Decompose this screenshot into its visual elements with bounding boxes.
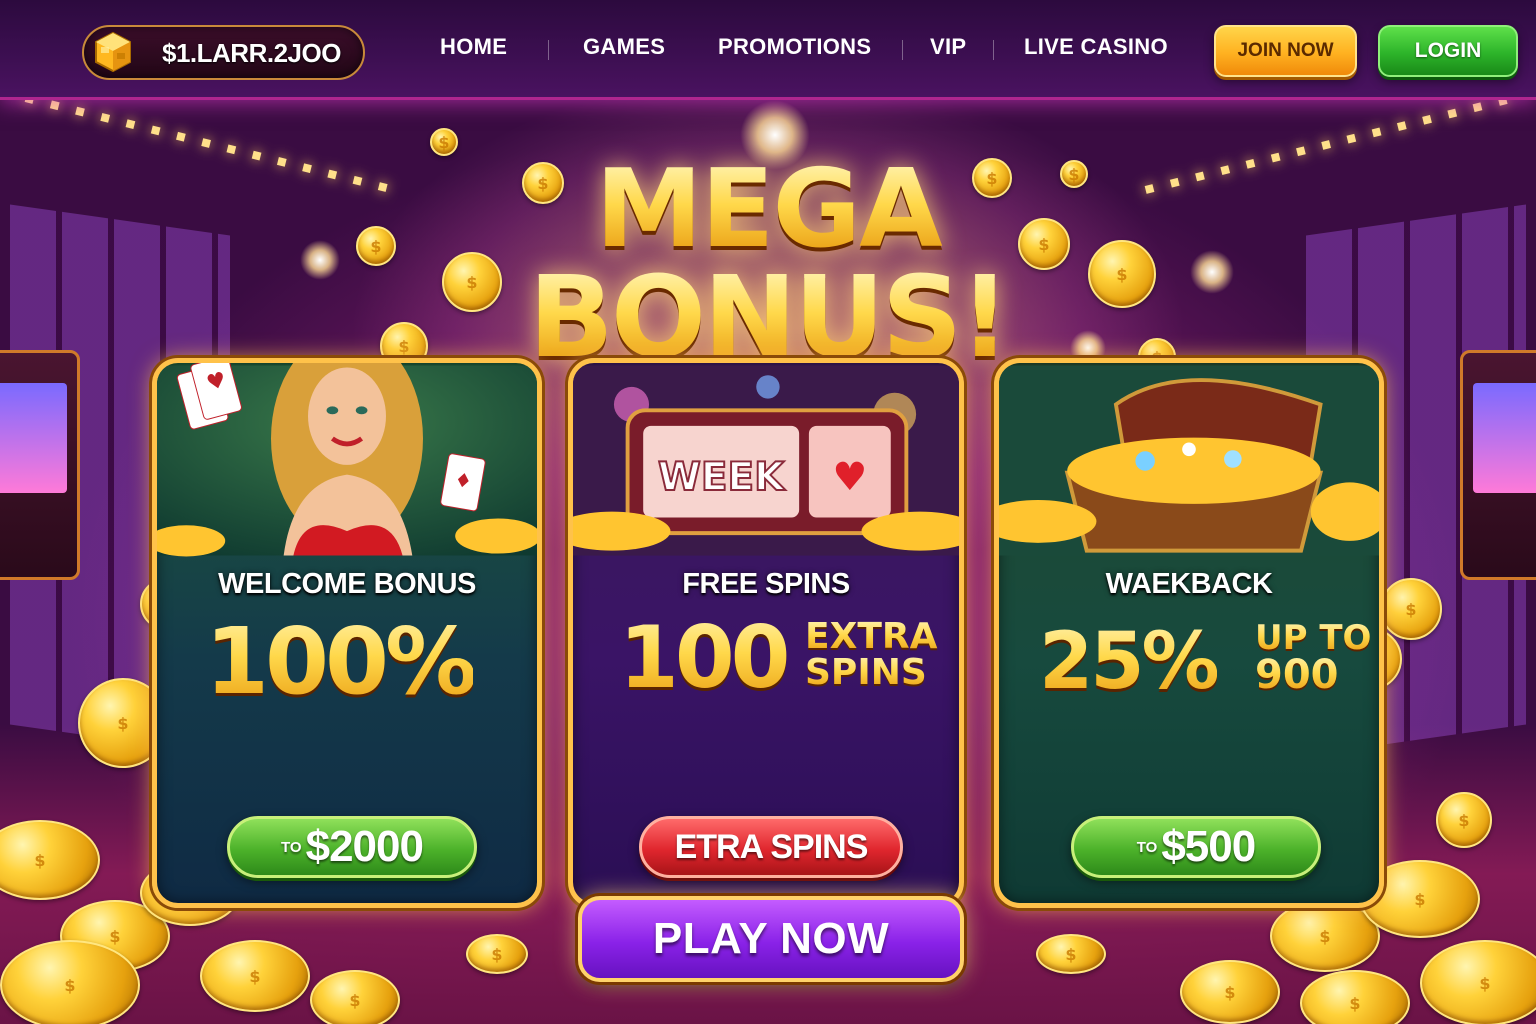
button-prefix: TO bbox=[1136, 838, 1158, 856]
coin-icon bbox=[1436, 792, 1492, 848]
top-navigation-bar: $1.LARR.2JOO HOME GAMES PROMOTIONS VIP L… bbox=[0, 0, 1536, 100]
coin-icon bbox=[466, 934, 528, 974]
login-button[interactable]: LOGIN bbox=[1378, 25, 1518, 77]
slot-machine-right bbox=[1460, 350, 1536, 580]
mega-bonus-headline: MEGA BONUS! bbox=[468, 155, 1068, 374]
headline-line-2: BONUS! bbox=[468, 262, 1068, 374]
nav-home[interactable]: HOME bbox=[440, 34, 507, 60]
button-prefix: TO bbox=[281, 838, 302, 856]
nav-divider bbox=[548, 40, 549, 60]
free-spins-card[interactable]: WEEK ♥ FREE SPINS 100 EXTRA SPINS ETRA S… bbox=[568, 358, 964, 908]
coin-icon bbox=[1036, 934, 1106, 974]
coin-icon bbox=[356, 226, 396, 266]
welcome-bonus-button[interactable]: TO $2000 bbox=[227, 816, 477, 878]
coin-icon bbox=[1300, 970, 1410, 1024]
nav-live-casino[interactable]: LIVE CASINO bbox=[1024, 34, 1168, 60]
coin-icon bbox=[0, 820, 100, 900]
headline-line-1: MEGA bbox=[468, 155, 1068, 263]
sparkle bbox=[1190, 250, 1234, 294]
coin-icon bbox=[200, 940, 310, 1012]
nav-games[interactable]: GAMES bbox=[583, 34, 665, 60]
coin-icon bbox=[1180, 960, 1280, 1024]
nav-divider bbox=[902, 40, 903, 60]
spins-side-line-2: SPINS bbox=[805, 652, 927, 693]
card-title: WELCOME BONUS bbox=[218, 568, 476, 600]
balance-display[interactable]: $1.LARR.2JOO bbox=[82, 25, 365, 80]
welcome-bonus-card[interactable]: ♥ ♦ WELCOME BONUS 100% TO $2000 bbox=[152, 358, 542, 908]
spins-side-line-1: EXTRA bbox=[805, 616, 938, 657]
coin-icon bbox=[1420, 940, 1536, 1024]
slot-machine-left bbox=[0, 350, 80, 580]
dealer-woman-illustration: ♥ ♦ bbox=[157, 363, 537, 557]
coin-icon bbox=[430, 128, 458, 156]
nav-promotions[interactable]: PROMOTIONS bbox=[718, 34, 871, 60]
button-amount: $2000 bbox=[305, 822, 424, 871]
slot-reel-illustration: WEEK ♥ bbox=[573, 365, 959, 556]
play-now-button[interactable]: PLAY NOW bbox=[578, 896, 964, 982]
gold-coin-stack-icon bbox=[95, 31, 131, 73]
cashback-side-line-1: UP TO bbox=[1255, 618, 1372, 658]
nav-vip[interactable]: VIP bbox=[930, 34, 966, 60]
button-label: ETRA SPINS bbox=[674, 827, 869, 866]
card-title: FREE SPINS bbox=[682, 568, 850, 600]
sparkle bbox=[300, 240, 340, 280]
coin-icon bbox=[1088, 240, 1156, 308]
cashback-side-line-2: 900 bbox=[1255, 652, 1339, 698]
reel-text: WEEK bbox=[658, 455, 786, 500]
spins-count: 100 bbox=[619, 608, 791, 708]
marquee-lights-right bbox=[1144, 100, 1516, 194]
balance-amount: $1.LARR.2JOO bbox=[162, 38, 341, 68]
cashback-card[interactable]: WAEKBACK 25% UP TO 900 TO $500 bbox=[994, 358, 1384, 908]
join-now-button[interactable]: JOIN NOW bbox=[1214, 25, 1357, 77]
coin-icon bbox=[310, 970, 400, 1024]
cashback-button[interactable]: TO $500 bbox=[1071, 816, 1321, 878]
nav-divider bbox=[993, 40, 994, 60]
cashback-percent: 25% bbox=[1039, 617, 1220, 707]
extra-spins-button[interactable]: ETRA SPINS bbox=[639, 816, 903, 878]
treasure-chest-illustration bbox=[999, 365, 1379, 556]
bonus-percent: 100% bbox=[205, 608, 477, 715]
svg-text:♥: ♥ bbox=[832, 455, 867, 500]
button-amount: $500 bbox=[1161, 822, 1256, 871]
marquee-lights-left bbox=[24, 100, 396, 194]
card-title: WAEKBACK bbox=[1105, 568, 1273, 600]
coin-icon bbox=[0, 940, 140, 1024]
